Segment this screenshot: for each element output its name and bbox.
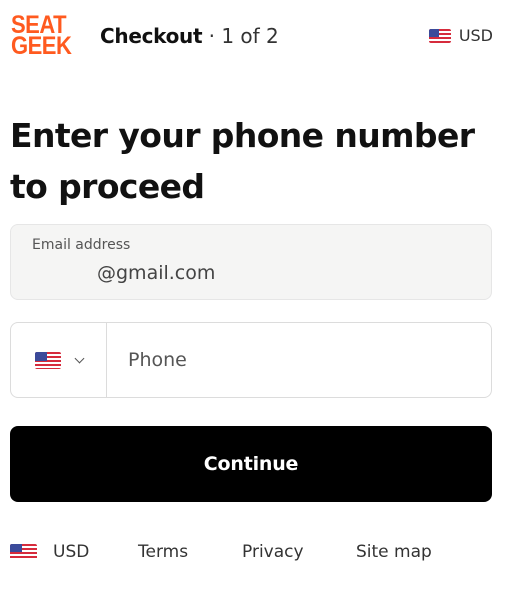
footer: USD Terms Privacy Site map	[10, 540, 490, 568]
phone-row	[10, 322, 492, 398]
continue-button[interactable]: Continue	[10, 426, 492, 502]
currency-selector-footer[interactable]: USD	[10, 542, 89, 562]
currency-label-top: USD	[458, 26, 493, 45]
seatgeek-logo[interactable]: SEAT GEEK	[11, 12, 77, 60]
us-flag-icon	[35, 351, 61, 369]
currency-selector-top[interactable]: USD	[428, 26, 493, 45]
phone-input[interactable]	[108, 323, 491, 397]
logo-line-2: GEEK	[11, 31, 72, 60]
page-heading: Enter your phone number to proceed	[10, 116, 475, 206]
country-code-select[interactable]	[11, 323, 107, 397]
email-field[interactable]: Email address @gmail.com	[10, 224, 492, 300]
email-value: @gmail.com	[97, 262, 216, 284]
checkout-title: Checkout · 1 of 2	[100, 24, 279, 48]
checkout-page: SEAT GEEK Checkout · 1 of 2 USD Enter yo…	[0, 0, 505, 592]
us-flag-icon	[428, 28, 451, 43]
terms-link[interactable]: Terms	[138, 542, 188, 562]
chevron-down-icon	[74, 353, 85, 363]
sitemap-link[interactable]: Site map	[356, 542, 432, 562]
email-label: Email address	[32, 237, 131, 253]
header: SEAT GEEK Checkout · 1 of 2 USD	[0, 0, 505, 76]
checkout-label: Checkout	[100, 24, 203, 48]
privacy-link[interactable]: Privacy	[242, 542, 304, 562]
currency-label-footer: USD	[53, 542, 90, 562]
us-flag-icon	[10, 544, 37, 560]
checkout-step: · 1 of 2	[202, 24, 279, 48]
